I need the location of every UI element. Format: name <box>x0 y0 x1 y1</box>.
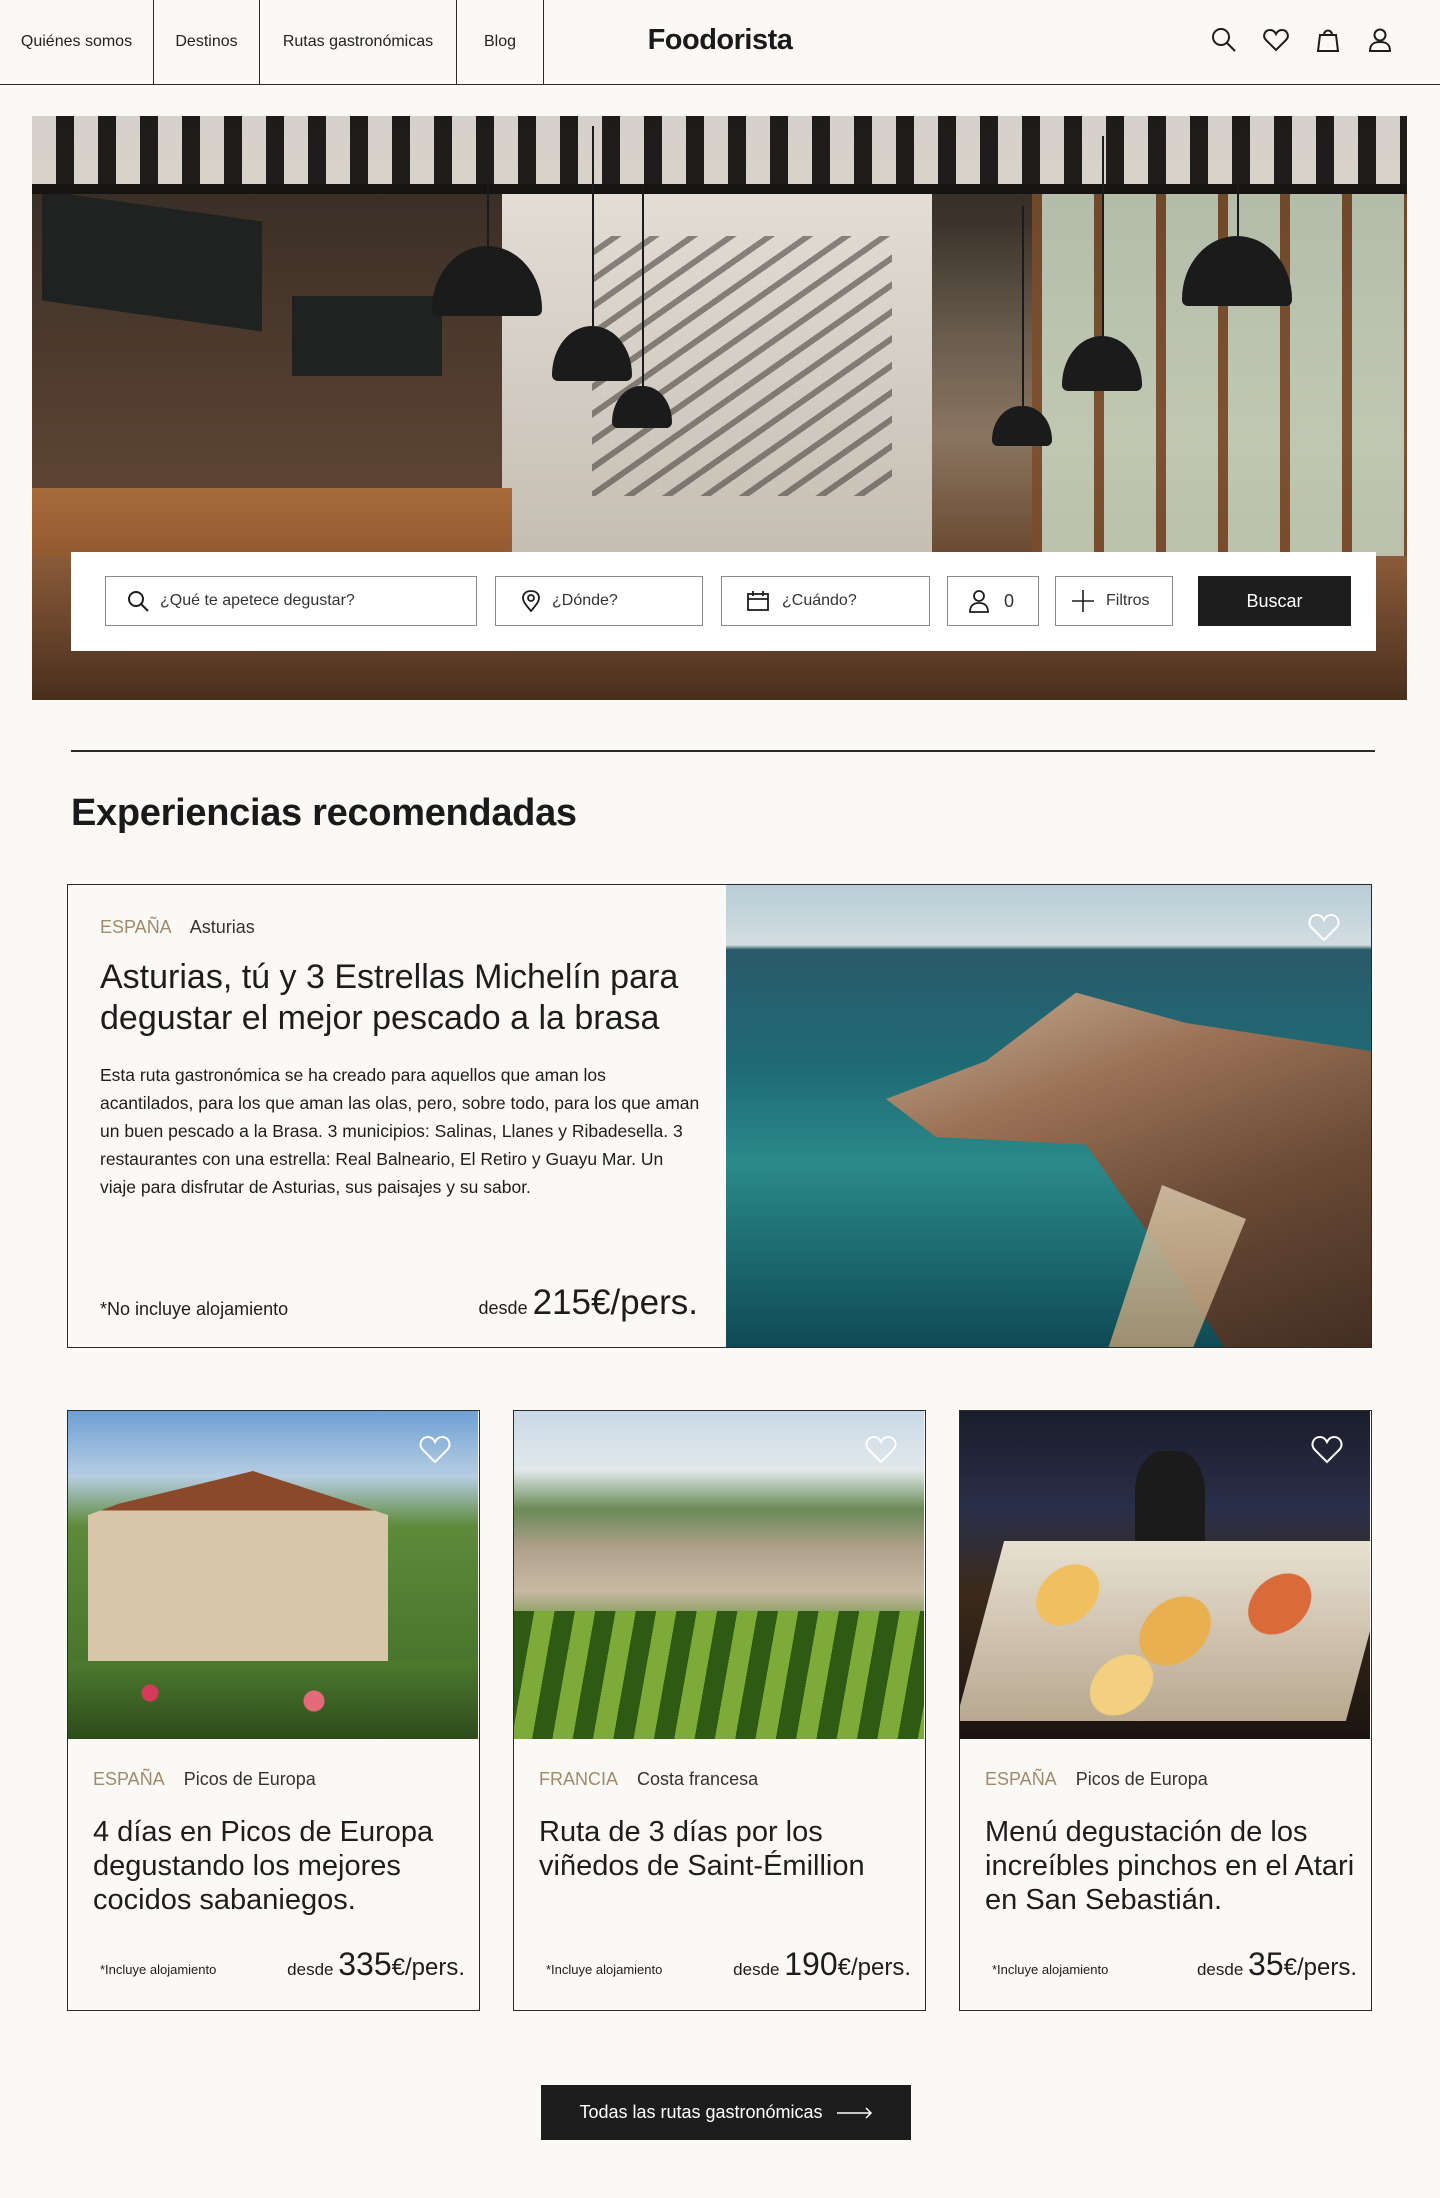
filters-label: Filtros <box>1106 592 1150 609</box>
nav-destinos[interactable]: Destinos <box>154 0 260 84</box>
accommodation-note: *Incluye alojamiento <box>546 1962 663 1977</box>
search-bar: ¿Qué te apetece degustar? ¿Dónde? ¿Cuánd… <box>71 552 1376 651</box>
country-label: ESPAÑA <box>985 1769 1057 1789</box>
search-icon[interactable] <box>1210 26 1238 54</box>
arrow-right-icon <box>836 2106 872 2119</box>
featured-description: Esta ruta gastronómica se ha creado para… <box>100 1065 700 1197</box>
country-label: FRANCIA <box>539 1769 619 1789</box>
section-title: Experiencias recomendadas <box>71 792 577 834</box>
featured-title[interactable]: Asturias, tú y 3 Estrellas Michelín para… <box>100 957 700 1039</box>
favorite-heart-icon[interactable] <box>1307 911 1341 943</box>
price-unit: €/pers. <box>391 1954 465 1981</box>
when-field[interactable]: ¿Cuándo? <box>721 576 930 626</box>
what-field[interactable]: ¿Qué te apetece degustar? <box>105 576 477 626</box>
people-count: 0 <box>1004 590 1015 611</box>
card-title[interactable]: 4 días en Picos de Europa degustando los… <box>93 1815 463 1917</box>
price-prefix: desde <box>1196 1960 1244 1979</box>
user-icon <box>969 590 989 613</box>
card-meta: FRANCIA Costa francesa <box>539 1769 758 1790</box>
country-label: ESPAÑA <box>93 1769 165 1789</box>
card-price: desde 190€/pers. <box>733 1946 911 1983</box>
price-prefix: desde <box>287 1960 334 1979</box>
card-price: desde 35€/pers. <box>1197 1946 1357 1983</box>
featured-experience-card[interactable]: ESPAÑA Asturias Asturias, tú y 3 Estrell… <box>67 884 1372 1348</box>
price-value: 215€/pers. <box>532 1283 698 1322</box>
site-logo[interactable]: Foodorista <box>580 24 860 57</box>
card-title[interactable]: Ruta de 3 días por los viñedos de Saint-… <box>539 1815 909 1883</box>
accommodation-note: *Incluye alojamiento <box>100 1962 217 1977</box>
site-header: Quiénes somos Destinos Rutas gastronómic… <box>0 0 1440 85</box>
featured-content: ESPAÑA Asturias Asturias, tú y 3 Estrell… <box>68 885 726 1347</box>
section-divider <box>71 750 1375 752</box>
main-nav: Quiénes somos Destinos Rutas gastronómic… <box>0 0 544 84</box>
price-value: 35 <box>1248 1946 1284 1982</box>
featured-meta: ESPAÑA Asturias <box>100 917 255 938</box>
region-label: Picos de Europa <box>183 1769 316 1789</box>
search-button[interactable]: Buscar <box>1198 576 1351 626</box>
region-label: Picos de Europa <box>1075 1769 1208 1789</box>
plus-icon <box>1072 590 1094 612</box>
calendar-icon <box>747 591 769 611</box>
where-field[interactable]: ¿Dónde? <box>495 576 703 626</box>
region-label: Costa francesa <box>637 1769 759 1789</box>
price-unit: €/pers. <box>837 1954 911 1981</box>
experience-card[interactable]: ESPAÑA Picos de Europa 4 días en Picos d… <box>67 1410 480 2011</box>
experience-card[interactable]: FRANCIA Costa francesa Ruta de 3 días po… <box>513 1410 926 2011</box>
nav-quienes-somos[interactable]: Quiénes somos <box>0 0 154 84</box>
card-title[interactable]: Menú degustación de los increíbles pinch… <box>985 1815 1355 1917</box>
nav-blog[interactable]: Blog <box>457 0 544 84</box>
header-actions <box>1210 26 1394 54</box>
country-label: ESPAÑA <box>100 917 172 937</box>
featured-image <box>726 885 1371 1347</box>
card-image <box>68 1411 478 1739</box>
cta-label: Todas las rutas gastronómicas <box>579 2102 823 2122</box>
bag-icon[interactable] <box>1314 26 1342 54</box>
search-icon <box>128 591 149 612</box>
where-placeholder: ¿Dónde? <box>552 592 618 609</box>
price-unit: €/pers. <box>1283 1954 1357 1981</box>
all-routes-button[interactable]: Todas las rutas gastronómicas <box>541 2085 911 2140</box>
card-meta: ESPAÑA Picos de Europa <box>985 1769 1208 1790</box>
when-placeholder: ¿Cuándo? <box>782 592 857 609</box>
card-meta: ESPAÑA Picos de Europa <box>93 1769 316 1790</box>
price-value: 335 <box>338 1946 392 1982</box>
card-image <box>514 1411 924 1739</box>
region-label: Asturias <box>189 917 255 937</box>
price-prefix: desde <box>478 1298 528 1318</box>
featured-price: desde 215€/pers. <box>479 1283 698 1323</box>
experience-card[interactable]: ESPAÑA Picos de Europa Menú degustación … <box>959 1410 1372 2011</box>
price-prefix: desde <box>733 1960 780 1979</box>
card-price: desde 335€/pers. <box>287 1946 465 1983</box>
favorite-heart-icon[interactable] <box>418 1433 452 1465</box>
accommodation-note: *Incluye alojamiento <box>992 1962 1109 1977</box>
price-value: 190 <box>784 1946 838 1982</box>
heart-icon[interactable] <box>1262 26 1290 54</box>
favorite-heart-icon[interactable] <box>1310 1433 1344 1465</box>
accommodation-note: *No incluye alojamiento <box>100 1299 289 1319</box>
card-image <box>960 1411 1370 1739</box>
favorite-heart-icon[interactable] <box>864 1433 898 1465</box>
what-placeholder: ¿Qué te apetece degustar? <box>160 592 355 609</box>
nav-rutas-gastronomicas[interactable]: Rutas gastronómicas <box>260 0 457 84</box>
filters-button[interactable]: Filtros <box>1055 576 1173 626</box>
people-field[interactable]: 0 <box>947 576 1039 626</box>
user-icon[interactable] <box>1366 26 1394 54</box>
location-pin-icon <box>522 590 540 613</box>
